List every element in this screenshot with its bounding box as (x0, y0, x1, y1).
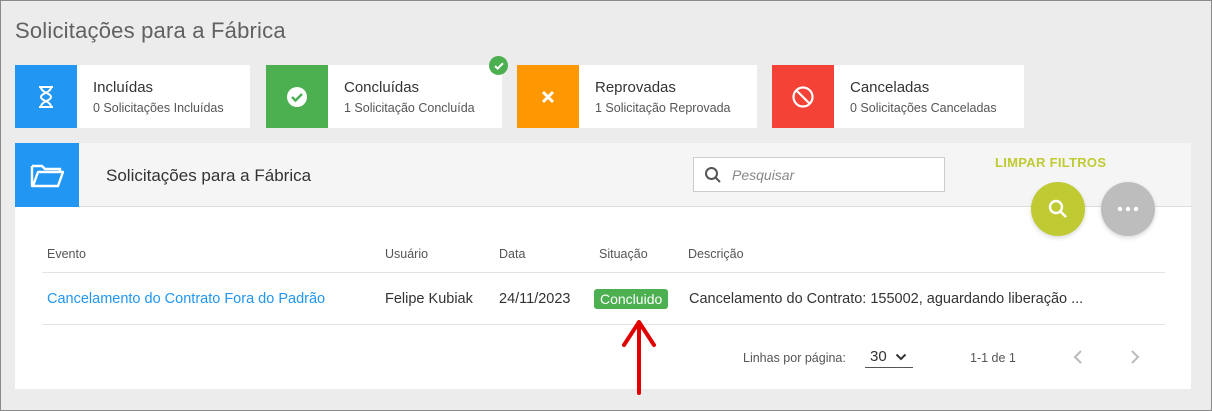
more-options-button[interactable] (1101, 182, 1155, 236)
card-subtitle: 1 Solicitação Reprovada (595, 101, 731, 115)
card-title: Concluídas (344, 79, 420, 96)
card-subtitle: 1 Solicitação Concluída (344, 101, 475, 115)
app-frame: Solicitações para a Fábrica Incluídas 0 … (0, 0, 1212, 411)
card-incluidas[interactable]: Incluídas 0 Solicitações Incluídas (15, 65, 250, 128)
chevron-left-icon (1073, 350, 1082, 364)
folder-open-icon (15, 143, 79, 207)
page-title: Solicitações para a Fábrica (15, 18, 286, 43)
row-data: 24/11/2023 (499, 291, 571, 307)
row-divider (42, 324, 1165, 325)
annotation-arrow-icon (622, 320, 656, 395)
status-badge: Concluido (594, 289, 669, 309)
card-subtitle: 0 Solicitações Incluídas (93, 101, 224, 115)
panel-header: Solicitações para a Fábrica LIMPAR FILTR… (15, 143, 1191, 207)
rows-per-page-value: 30 (870, 348, 887, 365)
card-title: Canceladas (850, 79, 930, 96)
search-icon (694, 166, 732, 184)
column-header-situacao[interactable]: Situação (599, 247, 648, 261)
requests-panel: Solicitações para a Fábrica LIMPAR FILTR… (15, 143, 1191, 389)
card-subtitle: 0 Solicitações Canceladas (850, 101, 997, 115)
hourglass-icon (15, 65, 77, 128)
card-concluidas[interactable]: Concluídas 1 Solicitação Concluída (266, 65, 502, 128)
column-header-evento[interactable]: Evento (47, 247, 86, 261)
search-button[interactable] (1031, 182, 1085, 236)
header-divider (42, 272, 1165, 273)
column-header-data[interactable]: Data (499, 247, 525, 261)
previous-page-button[interactable] (1068, 347, 1088, 367)
column-header-descricao[interactable]: Descrição (688, 247, 744, 261)
search-input[interactable] (732, 166, 932, 183)
block-icon (772, 65, 834, 128)
clear-filters-button[interactable]: LIMPAR FILTROS (995, 155, 1106, 170)
card-canceladas[interactable]: Canceladas 0 Solicitações Canceladas (772, 65, 1024, 128)
chevron-right-icon (1131, 350, 1140, 364)
close-icon (517, 65, 579, 128)
chevron-down-icon (895, 353, 906, 360)
row-usuario: Felipe Kubiak (385, 291, 473, 307)
next-page-button[interactable] (1125, 347, 1145, 367)
rows-per-page-label: Linhas por página: (743, 351, 846, 365)
column-header-usuario[interactable]: Usuário (385, 247, 428, 261)
check-circle-icon (266, 65, 328, 128)
search-field[interactable] (693, 157, 945, 192)
card-title: Reprovadas (595, 79, 676, 96)
row-descricao: Cancelamento do Contrato: 155002, aguard… (689, 291, 1084, 307)
selected-check-icon (489, 56, 508, 75)
rows-per-page-select[interactable]: 30 (865, 346, 913, 368)
row-evento-link[interactable]: Cancelamento do Contrato Fora do Padrão (47, 291, 325, 307)
card-title: Incluídas (93, 79, 154, 96)
card-reprovadas[interactable]: Reprovadas 1 Solicitação Reprovada (517, 65, 757, 128)
pagination-range: 1-1 de 1 (970, 351, 1016, 365)
panel-title: Solicitações para a Fábrica (106, 166, 312, 185)
